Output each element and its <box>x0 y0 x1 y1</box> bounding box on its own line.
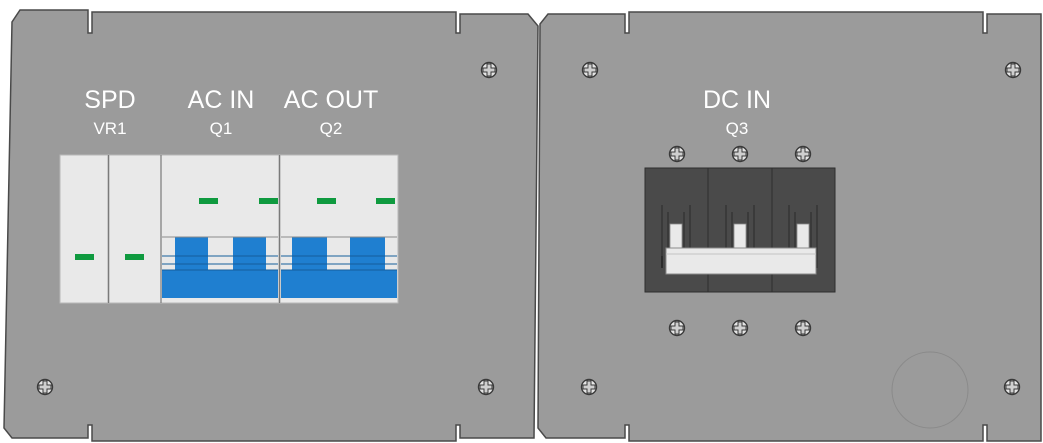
distribution-panel-diagram: SPD VR1 AC IN Q1 AC OUT Q2 DC IN Q3 <box>3 9 1042 442</box>
screw-icon <box>794 319 812 337</box>
dc-handle-stem-3 <box>796 223 810 249</box>
screw-icon <box>731 145 749 163</box>
dc-handle-bar <box>665 247 817 275</box>
ac-out-indicator-1 <box>317 198 336 204</box>
dc-handle-stem-2 <box>733 223 747 249</box>
spd-indicator-2 <box>125 254 144 260</box>
left-breaker-group <box>59 154 399 304</box>
ac-out-code: Q2 <box>320 119 343 138</box>
screw-icon <box>1004 61 1022 79</box>
dc-in-title: DC IN <box>703 86 771 114</box>
dc-in-breaker <box>644 167 836 293</box>
screw-icon <box>36 378 54 396</box>
screw-icon <box>794 145 812 163</box>
ac-out-blue-toggle <box>281 236 397 298</box>
left-panel: SPD VR1 AC IN Q1 AC OUT Q2 <box>3 9 539 442</box>
spd-code: VR1 <box>93 119 126 138</box>
spd-module-1 <box>59 154 109 304</box>
screw-icon <box>480 61 498 79</box>
spd-module-2 <box>108 154 162 304</box>
ac-out-title: AC OUT <box>284 86 378 114</box>
dc-in-code: Q3 <box>726 119 749 138</box>
screw-icon <box>731 319 749 337</box>
screw-icon <box>1003 378 1021 396</box>
ac-out-indicator-2 <box>376 198 395 204</box>
ac-in-indicator-2 <box>259 198 278 204</box>
ac-in-blue-toggle <box>162 236 278 298</box>
ac-in-code: Q1 <box>210 119 233 138</box>
spd-indicator-1 <box>75 254 94 260</box>
spd-title: SPD <box>84 86 135 114</box>
screw-icon <box>580 378 598 396</box>
dc-handle-stem-1 <box>669 223 683 249</box>
screw-icon <box>581 61 599 79</box>
ac-in-indicator-1 <box>199 198 218 204</box>
screw-icon <box>668 145 686 163</box>
ac-in-title: AC IN <box>188 86 255 114</box>
right-panel: DC IN Q3 <box>537 11 1042 442</box>
screw-icon <box>668 319 686 337</box>
screw-icon <box>477 378 495 396</box>
